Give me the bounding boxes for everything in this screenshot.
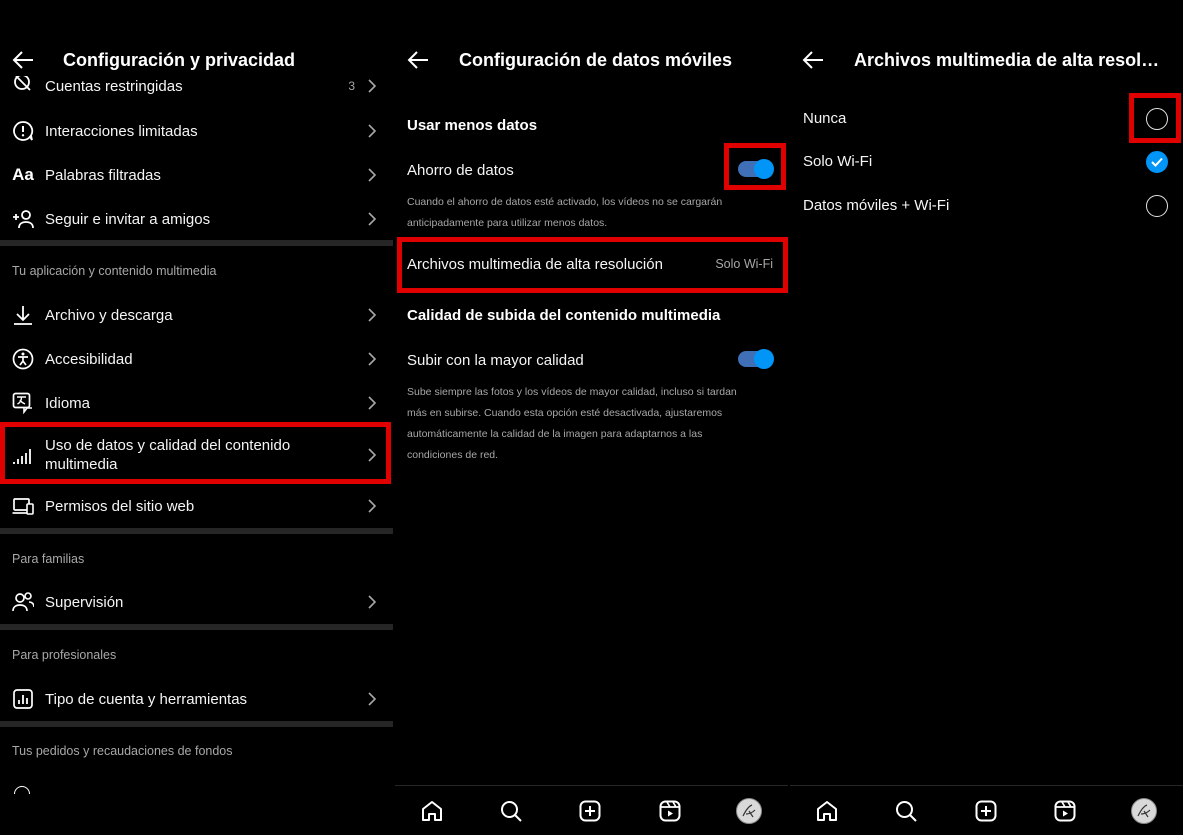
back-arrow-icon[interactable] [407,50,429,70]
create-icon[interactable] [973,798,999,824]
option-label: Nunca [803,110,847,127]
sidebar-item-account-tools[interactable]: Tipo de cuenta y herramientas [0,677,393,721]
option-mobile-and-wifi[interactable]: Datos móviles + Wi-Fi [790,187,1183,227]
home-icon[interactable] [419,798,445,824]
sidebar-item-restricted[interactable]: Cuentas restringidas 3 [0,76,393,98]
chevron-right-icon [368,692,377,706]
page-title: Configuración y privacidad [63,49,296,70]
header: Configuración y privacidad [0,40,393,80]
devices-icon [12,495,34,517]
highlight-box [1129,93,1181,143]
reels-icon[interactable] [657,798,683,824]
hires-media-panel: Archivos multimedia de alta resoluc... N… [790,0,1183,835]
sidebar-item-accessibility[interactable]: Accesibilidad [0,337,393,381]
item-label: Seguir e invitar a amigos [45,210,211,228]
sidebar-item-language[interactable]: Idioma [0,381,393,425]
item-label: Accesibilidad [45,350,133,368]
partial-icon [14,786,30,794]
search-icon[interactable] [498,798,524,824]
language-icon [12,392,34,414]
back-arrow-icon[interactable] [802,50,824,70]
highlight-box [397,237,788,293]
section-heading-less-data: Usar menos datos [407,117,538,134]
option-label: Solo Wi-Fi [803,153,873,170]
chevron-right-icon [368,595,377,609]
chevron-right-icon [368,212,377,226]
highlight-box [724,143,786,190]
section-label-orders: Tus pedidos y recaudaciones de fondos [12,744,233,758]
checkmark-icon [1151,157,1163,167]
section-label-media: Tu aplicación y contenido multimedia [12,264,217,278]
item-label: Interacciones limitadas [45,122,198,140]
data-saver-label: Ahorro de datos [407,162,514,179]
section-heading-upload: Calidad de subida del contenido multimed… [407,307,721,324]
search-icon[interactable] [893,798,919,824]
header: Configuración de datos móviles [395,40,788,80]
accessibility-icon [12,348,34,370]
back-arrow-icon[interactable] [12,50,34,70]
section-divider [0,721,393,727]
sidebar-item-archive-download[interactable]: Archivo y descarga [0,293,393,337]
page-title: Archivos multimedia de alta resoluc... [854,49,1166,70]
sidebar-item-follow-invite[interactable]: Seguir e invitar a amigos [0,197,393,241]
chevron-right-icon [368,499,377,513]
settings-privacy-panel: Configuración y privacidad Cuentas restr… [0,0,393,835]
profile-avatar[interactable] [1131,798,1157,824]
section-divider [0,528,393,534]
sidebar-item-limited-interactions[interactable]: Interacciones limitadas [0,109,393,153]
upload-quality-toggle[interactable] [738,349,774,369]
option-wifi-only[interactable]: Solo Wi-Fi [790,143,1183,183]
alert-circle-icon [12,120,34,142]
chevron-right-icon [368,396,377,410]
text-aa-icon: Aa [12,165,34,184]
page-title: Configuración de datos móviles [459,49,733,70]
highlight-box [0,422,391,484]
option-never[interactable]: Nunca [790,100,1183,140]
section-label-pros: Para profesionales [12,648,117,662]
radio-button-unchecked[interactable] [1146,195,1168,217]
home-icon[interactable] [814,798,840,824]
sidebar-item-supervision[interactable]: Supervisión [0,580,393,624]
item-label: Tipo de cuenta y herramientas [45,690,248,708]
sidebar-item-filtered-words[interactable]: Aa Palabras filtradas [0,153,393,197]
mobile-data-panel: Configuración de datos móviles Usar meno… [395,0,788,835]
item-label: Palabras filtradas [45,166,161,184]
create-icon[interactable] [577,798,603,824]
add-user-icon [12,208,34,230]
chevron-right-icon [368,79,377,93]
chevron-right-icon [368,124,377,138]
header: Archivos multimedia de alta resoluc... [790,40,1183,80]
item-label: Idioma [45,394,91,412]
upload-quality-label: Subir con la mayor calidad [407,352,584,369]
section-divider [0,240,393,246]
section-divider [0,624,393,630]
item-label: Archivo y descarga [45,306,173,324]
item-label: Permisos del sitio web [45,497,195,515]
bottom-nav [790,785,1183,835]
section-label-families: Para familias [12,552,85,566]
option-label: Datos móviles + Wi-Fi [803,197,950,214]
item-label: Supervisión [45,593,124,611]
chart-box-icon [12,688,34,710]
bottom-nav [395,785,788,835]
download-icon [12,304,34,326]
count-badge: 3 [348,79,355,93]
chevron-right-icon [368,168,377,182]
restricted-icon [12,76,34,94]
profile-avatar[interactable] [736,798,762,824]
data-saver-description: Cuando el ahorro de datos esté activado,… [407,196,723,229]
family-icon [12,591,34,613]
sidebar-item-website-permissions[interactable]: Permisos del sitio web [0,484,393,528]
radio-button-checked[interactable] [1146,151,1168,173]
toggle-knob [754,349,774,369]
chevron-right-icon [368,352,377,366]
item-label: Cuentas restringidas [45,78,183,95]
chevron-right-icon [368,308,377,322]
reels-icon[interactable] [1052,798,1078,824]
upload-quality-description: Sube siempre las fotos y los vídeos de m… [407,386,737,461]
